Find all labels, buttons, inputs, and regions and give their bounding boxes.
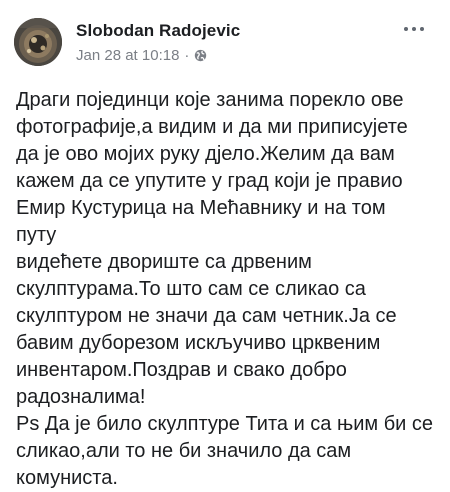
post-header: Slobodan Radojevic Jan 28 at 10:18 · xyxy=(14,18,438,68)
post-line: Драги појединци које занима порекло ове xyxy=(16,89,404,111)
post-line: Емир Кустурица на Мећавнику и на том xyxy=(16,197,386,219)
post-line: радозналима! xyxy=(16,386,146,408)
post-line: кажем да се упутите у град који је прави… xyxy=(16,170,403,192)
post-line: путу xyxy=(16,224,57,246)
author-name[interactable]: Slobodan Radojevic xyxy=(76,21,240,41)
post-line: бавим дуборезом искључиво црквеним xyxy=(16,332,381,354)
post-meta: Jan 28 at 10:18 · xyxy=(76,47,207,66)
avatar-photo xyxy=(14,18,62,66)
post-line: скулптурама.То што сам се сликао са xyxy=(16,278,366,300)
post-line: сликао,али то не би значило да сам xyxy=(16,440,352,462)
post-line: Ps Да је било скулптуре Тита и са њим би… xyxy=(16,413,434,435)
post-line: фотографије,а видим и да ми приписујете xyxy=(16,116,408,138)
post-line: инвентаром.Поздрав и свако добро xyxy=(16,359,347,381)
facebook-post: Slobodan Radojevic Jan 28 at 10:18 · Драг… xyxy=(0,0,450,489)
post-line: да је ово мојих руку дјело.Желим да вам xyxy=(16,143,395,165)
post-line: скулптуром не значи да сам четник.Ја се xyxy=(16,305,397,327)
post-line: видећете двориште са дрвеним xyxy=(16,251,312,273)
globe-icon[interactable] xyxy=(194,49,207,66)
more-options-icon[interactable] xyxy=(402,22,428,36)
post-timestamp[interactable]: Jan 28 at 10:18 xyxy=(76,47,179,64)
post-body: Драги појединци које занима порекло ове … xyxy=(16,87,444,492)
meta-separator: · xyxy=(184,47,190,64)
author-avatar[interactable] xyxy=(14,18,62,66)
